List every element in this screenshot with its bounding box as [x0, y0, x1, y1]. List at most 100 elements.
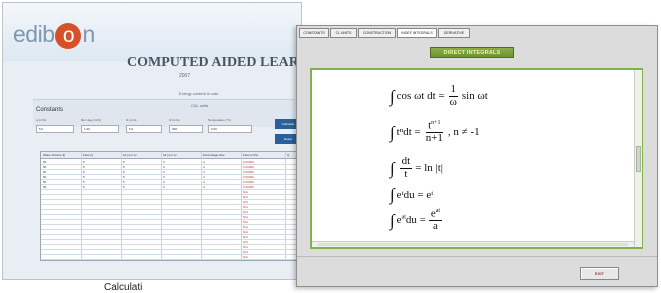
table-cell: N/A [243, 215, 249, 219]
table-cell: 4 [203, 160, 205, 164]
table-cell: 3 [163, 185, 165, 189]
table-row: N/A [41, 255, 301, 260]
table-cell: 0,00000 [243, 165, 254, 169]
column-header: Percentage flow [203, 153, 225, 157]
table-cell: 0,00000 [243, 170, 254, 174]
table-cell: 5 [83, 170, 85, 174]
table-cell: 4 [203, 170, 205, 174]
column-header: h2 (m.h.s) [163, 153, 177, 157]
cal-main-window: edibon COMPUTED AIDED LEARNING 2007 Ener… [2, 2, 302, 280]
table-cell: N/A [243, 195, 249, 199]
band-title: Energy content in calc [179, 91, 219, 96]
section-heading: DIRECT INTEGRALS [430, 47, 514, 58]
table-cell: 5 [123, 165, 125, 169]
table-cell: 5 [83, 165, 85, 169]
heading-text: DIRECT INTEGRALS [443, 50, 501, 56]
formula-log: ∫ dt t = ln |t| [390, 155, 443, 180]
table-cell: N/A [243, 255, 249, 259]
table-cell: 4 [203, 165, 205, 169]
table-cell: 4 [203, 175, 205, 179]
table-cell: 4 [203, 185, 205, 189]
tab-derivative[interactable]: DERIVATIVE [438, 28, 470, 38]
table-cell: 5 [123, 160, 125, 164]
table-cell: 3 [163, 180, 165, 184]
table-cell: 50 [43, 160, 47, 164]
input-label: t2 (mm) [169, 118, 180, 122]
table-cell: N/A [243, 200, 249, 204]
formula-exp-a: ∫ eatdu = eat a [390, 207, 443, 233]
column-header: Water Volume (l) [43, 153, 66, 157]
input-label: q (m³/s) [36, 118, 47, 122]
table-cell: N/A [243, 220, 249, 224]
table-cell: 3 [163, 170, 165, 174]
table-cell: N/A [243, 230, 249, 234]
table-cell: 5 [123, 170, 125, 174]
table-cell: 0,00000 [243, 175, 254, 179]
table-cell: 5 [123, 175, 125, 179]
table-cell: N/A [243, 210, 249, 214]
input-label: Temperature (°C) [208, 118, 232, 122]
caption-text: Calculati [104, 282, 143, 293]
table-cell: N/A [243, 205, 249, 209]
horizontal-scrollbar[interactable] [312, 241, 634, 247]
scrollbar-thumb[interactable] [318, 243, 628, 246]
results-table: Water Volume (l) Flow (l) h1 (m.h.s) h2 … [40, 151, 301, 261]
constants-label: Constants [36, 107, 64, 113]
table-cell: N/A [243, 245, 249, 249]
formula-power: ∫ tⁿdt = tn+1 n+1 , n ≠ -1 [390, 119, 480, 145]
table-cell: 3 [163, 165, 165, 169]
tab-indef-integrals[interactable]: INDEF INTEGRALS [397, 28, 437, 38]
table-cell: 0,00000 [243, 160, 254, 164]
input-label: t1 (mm) [126, 118, 137, 122]
table-cell: 5 [83, 185, 85, 189]
divider [297, 256, 657, 257]
table-cell: 5 [83, 175, 85, 179]
page-title: COMPUTED AIDED LEARNING [127, 55, 301, 70]
page-subtitle: 2007 [179, 73, 191, 79]
table-cell: 3 [163, 160, 165, 164]
input-field[interactable]: 300 [169, 125, 203, 133]
table-cell: 3 [163, 175, 165, 179]
formula-panel: ∫ cos ωt dt = 1ω sin ωt ∫ tⁿdt = tn+1 n+1 ,… [310, 68, 643, 249]
tab-construction[interactable]: CONSTRUCTION [358, 28, 396, 38]
table-cell: 0,00000 [243, 180, 254, 184]
column-header: Q [287, 153, 290, 157]
scrollbar-thumb[interactable] [636, 146, 641, 172]
table-cell: 50 [43, 175, 47, 179]
vertical-scrollbar[interactable] [634, 70, 642, 247]
table-cell: N/A [243, 225, 249, 229]
column-header: Flow (l) [83, 153, 93, 157]
edibon-logo: edib o n [13, 21, 95, 49]
table-cell: N/A [243, 235, 249, 239]
input-field[interactable]: 0,00 [208, 125, 252, 133]
table-cell: N/A [243, 250, 249, 254]
input-field[interactable]: 1,00 [81, 125, 119, 133]
tab-cl-units[interactable]: CL UNITS [330, 28, 357, 38]
input-label: Ref. deg (m³/s) [81, 118, 102, 122]
table-cell: 50 [43, 180, 47, 184]
table-cell: 0,00000 [243, 185, 254, 189]
input-field[interactable]: 5,0 [36, 125, 74, 133]
table-cell: 4 [203, 180, 205, 184]
formula-cos: ∫ cos ωt dt = 1ω sin ωt [390, 83, 488, 108]
integrals-window: CONSTANTS CL UNITS CONSTRUCTION INDEF IN… [296, 25, 658, 287]
table-cell: N/A [243, 240, 249, 244]
table-header: Water Volume (l) Flow (l) h1 (m.h.s) h2 … [41, 152, 301, 159]
column-header: Flow (m³/s) [243, 153, 258, 157]
table-cell: 5 [123, 185, 125, 189]
table-cell: 5 [123, 180, 125, 184]
table-cell: N/A [243, 190, 249, 194]
formula-exp: ∫ eᵗdu = eᵗ [390, 185, 434, 204]
table-cell: 5 [83, 180, 85, 184]
column-header: h1 (m.h.s) [123, 153, 137, 157]
table-cell: 50 [43, 170, 47, 174]
input-labels: q (m³/s) Ref. deg (m³/s) t1 (mm) t2 (mm)… [36, 118, 286, 124]
table-cell: 5 [83, 160, 85, 164]
input-field[interactable]: 5,0 [126, 125, 162, 133]
tab-constants[interactable]: CONSTANTS [299, 28, 329, 38]
footer-area [3, 265, 301, 279]
exit-button[interactable]: EXIT [580, 267, 619, 280]
table-cell: 50 [43, 185, 47, 189]
table-cell: 50 [43, 165, 47, 169]
band-subtitle: CAL units [191, 103, 209, 108]
